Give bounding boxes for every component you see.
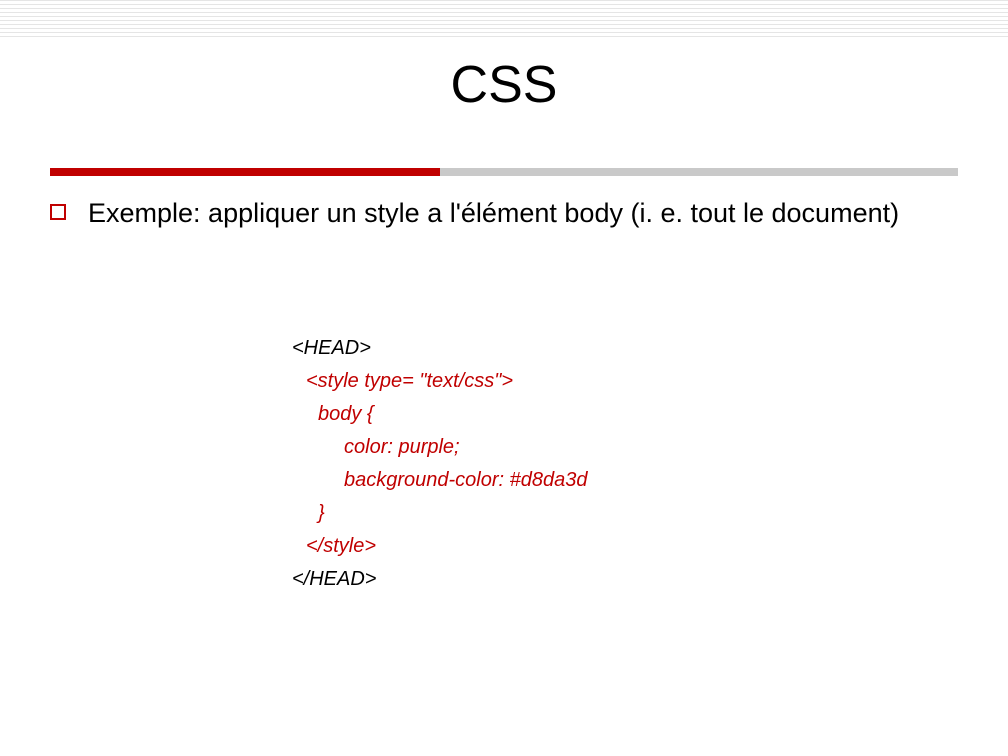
code-line: <HEAD> [292, 332, 588, 365]
bullet-item: Exemple: appliquer un style a l'élément … [50, 196, 960, 231]
title-underline [50, 168, 958, 176]
code-line: <style type= "text/css"> [292, 365, 588, 398]
square-bullet-icon [50, 204, 66, 220]
code-line: body { [292, 398, 588, 431]
code-line: </style> [292, 530, 588, 563]
slide-title: CSS [0, 55, 1008, 115]
code-line: color: purple; [292, 431, 588, 464]
code-line: </HEAD> [292, 563, 588, 596]
code-line: } [292, 497, 588, 530]
top-ruled-decoration [0, 0, 1008, 40]
code-block: <HEAD> <style type= "text/css"> body { c… [292, 332, 588, 596]
bullet-text: Exemple: appliquer un style a l'élément … [88, 196, 899, 231]
code-line: background-color: #d8da3d [292, 464, 588, 497]
